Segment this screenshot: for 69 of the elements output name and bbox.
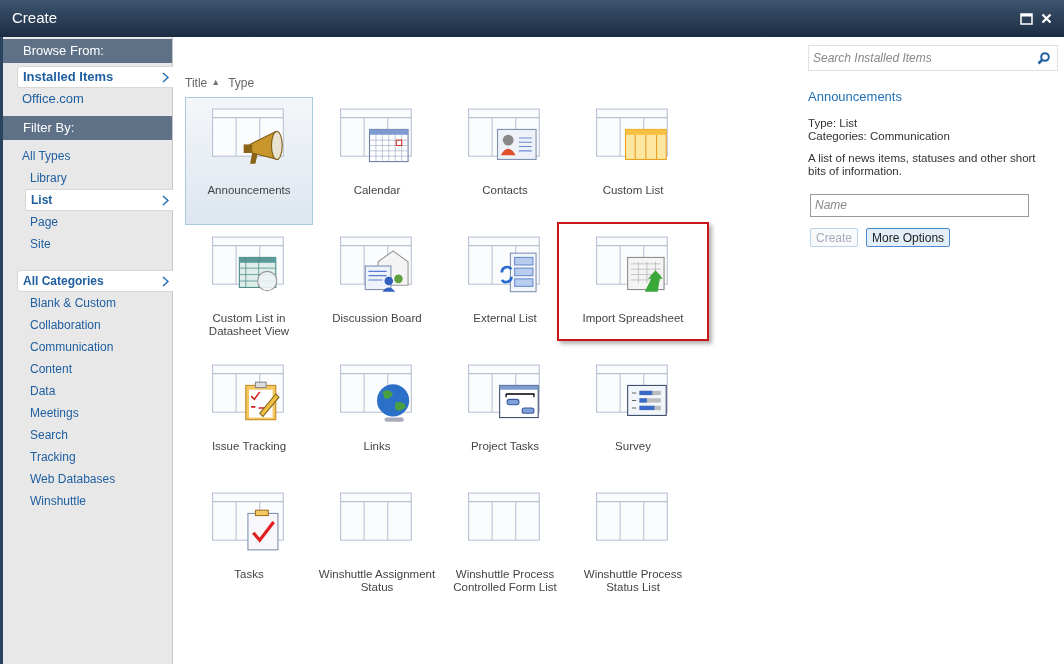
sidebar-item[interactable]: Meetings (25, 402, 172, 424)
item-type: Type: List (808, 116, 859, 130)
tile-label: Project Tasks (469, 440, 541, 453)
tile-label: Contacts (481, 184, 529, 197)
list-template-tile[interactable]: Winshuttle Assignment Status (313, 481, 441, 609)
close-icon[interactable] (1041, 13, 1052, 24)
sidebar-item[interactable]: Web Databases (25, 468, 172, 490)
sidebar-item[interactable]: Content (25, 358, 172, 380)
sidebar-item[interactable]: Winshuttle (25, 490, 172, 512)
list-template-tile[interactable]: Discussion Board (313, 225, 441, 353)
tile-label: Tasks (233, 568, 265, 581)
sidebar-item[interactable]: Collaboration (25, 314, 172, 336)
list-template-tile[interactable]: Calendar (313, 97, 441, 225)
sidebar-item[interactable]: Installed Items (17, 66, 173, 88)
tile-label: Announcements (206, 184, 292, 197)
maximize-icon[interactable] (1020, 12, 1033, 25)
tile-label: Custom List in Datasheet View (207, 312, 291, 338)
sidebar-item[interactable]: All Categories (17, 270, 173, 292)
sort-arrow-icon: ▲ (211, 76, 221, 90)
sidebar-item[interactable]: List (25, 189, 173, 211)
list-template-tile[interactable]: Announcements (185, 97, 313, 225)
sort-link[interactable]: Type (228, 74, 255, 92)
tile-label: Survey (614, 440, 652, 453)
list-template-tile[interactable]: External List (441, 225, 569, 353)
tile-label: Custom List (601, 184, 665, 197)
item-categories: Categories: Communication (808, 129, 951, 143)
list-template-tile[interactable]: Survey (569, 353, 697, 481)
list-template-tile[interactable]: Winshuttle Process Controlled Form List (441, 481, 569, 609)
sidebar-item[interactable]: Library (25, 167, 172, 189)
section-heading: Filter By: (3, 116, 172, 140)
list-template-tile[interactable]: Tasks (185, 481, 313, 609)
chevron-right-icon (162, 194, 169, 206)
list-template-tile[interactable]: Links (313, 353, 441, 481)
search-icon[interactable] (1037, 52, 1050, 65)
list-template-tile[interactable]: Winshuttle Process Status List (569, 481, 697, 609)
list-template-tile[interactable]: Project Tasks (441, 353, 569, 481)
section-heading: Browse From: (3, 39, 172, 63)
list-template-tile[interactable]: Contacts (441, 97, 569, 225)
tile-label: External List (472, 312, 538, 325)
name-field[interactable]: Name (810, 193, 1029, 217)
list-template-tile[interactable]: Issue Tracking (185, 353, 313, 481)
sidebar-item[interactable]: Site (25, 233, 172, 255)
sort-link[interactable]: Title (185, 74, 208, 92)
tile-label: Winshuttle Assignment Status (317, 568, 437, 594)
window-title: Create (12, 8, 58, 29)
tile-label: Issue Tracking (210, 440, 288, 453)
tile-label: Winshuttle Process Controlled Form List (452, 568, 558, 594)
sidebar-item[interactable]: Search (25, 424, 172, 446)
tile-label: Links (362, 440, 392, 453)
sidebar-item[interactable]: All Types (17, 145, 172, 167)
list-template-tile[interactable]: Import Spreadsheet (569, 225, 697, 353)
list-template-tile[interactable]: Custom List (569, 97, 697, 225)
sidebar-item[interactable]: Page (25, 211, 172, 233)
more-options-button[interactable]: More Options (866, 227, 951, 247)
item-description: A list of news items, statuses and other short bits of information. (808, 151, 1036, 178)
item-title: Announcements (808, 88, 903, 106)
chevron-right-icon (162, 275, 169, 287)
tile-label: Import Spreadsheet (581, 312, 685, 325)
tile-label: Winshuttle Process Status List (582, 568, 684, 594)
sidebar-item[interactable]: Office.com (17, 88, 172, 110)
tile-label: Discussion Board (331, 312, 423, 325)
sidebar-item[interactable]: Communication (25, 336, 172, 358)
chevron-right-icon (162, 71, 169, 83)
sidebar-item[interactable]: Tracking (25, 446, 172, 468)
search-field[interactable]: Search Installed Items (808, 45, 1058, 71)
sidebar-item[interactable]: Data (25, 380, 172, 402)
list-template-tile[interactable]: Custom List in Datasheet View (185, 225, 313, 353)
tile-label: Calendar (352, 184, 402, 197)
sidebar-item[interactable]: Blank & Custom (25, 292, 172, 314)
